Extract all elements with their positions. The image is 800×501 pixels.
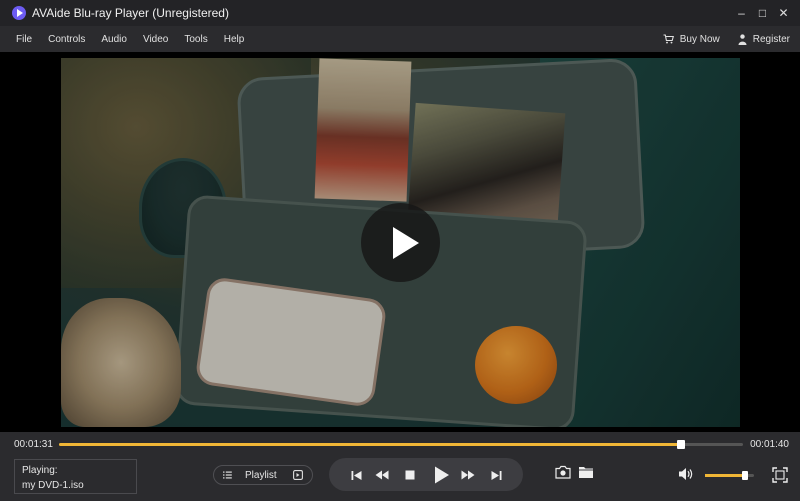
buy-now-button[interactable]: Buy Now bbox=[663, 34, 720, 45]
play-icon bbox=[435, 466, 449, 484]
menu-file[interactable]: File bbox=[16, 34, 32, 45]
stop-icon bbox=[405, 470, 415, 480]
rewind-button[interactable] bbox=[373, 466, 391, 484]
seek-bar-fill bbox=[59, 443, 682, 446]
previous-button[interactable] bbox=[347, 466, 365, 484]
now-playing-label: Playing: bbox=[22, 465, 58, 476]
maximize-button[interactable]: □ bbox=[752, 0, 773, 26]
playlist-button[interactable]: Playlist bbox=[213, 465, 313, 485]
app-logo-icon bbox=[12, 6, 26, 20]
add-to-playlist-icon[interactable] bbox=[292, 470, 303, 480]
control-bar: Playing: my DVD-1.iso Playlist bbox=[0, 456, 800, 501]
open-folder-button[interactable] bbox=[578, 465, 596, 481]
register-label: Register bbox=[752, 33, 790, 45]
current-time: 00:01:31 bbox=[14, 439, 53, 450]
now-playing-box: Playing: my DVD-1.iso bbox=[14, 459, 137, 494]
volume-icon bbox=[679, 468, 693, 480]
seek-bar[interactable] bbox=[59, 440, 743, 449]
menu-bar: File Controls Audio Video Tools Help Buy… bbox=[0, 26, 800, 52]
next-icon bbox=[491, 470, 501, 480]
stop-button[interactable] bbox=[401, 466, 419, 484]
playlist-label: Playlist bbox=[245, 469, 277, 481]
volume-slider-thumb[interactable] bbox=[742, 471, 749, 480]
close-button[interactable]: ✕ bbox=[773, 0, 794, 26]
minimize-button[interactable]: – bbox=[731, 0, 752, 26]
menu-tools[interactable]: Tools bbox=[184, 34, 207, 45]
video-area[interactable] bbox=[0, 52, 800, 432]
volume-slider[interactable] bbox=[705, 471, 754, 480]
fast-forward-button[interactable] bbox=[459, 466, 477, 484]
title-bar: AVAide Blu-ray Player (Unregistered) – □… bbox=[0, 0, 800, 26]
menu-help[interactable]: Help bbox=[224, 34, 245, 45]
now-playing-file: my DVD-1.iso bbox=[22, 480, 84, 491]
user-icon bbox=[738, 33, 747, 45]
snapshot-icon bbox=[555, 465, 571, 479]
volume-slider-fill bbox=[705, 474, 746, 477]
seek-bar-thumb[interactable] bbox=[677, 440, 686, 449]
cart-icon bbox=[663, 34, 674, 44]
next-button[interactable] bbox=[487, 466, 505, 484]
total-time: 00:01:40 bbox=[750, 439, 789, 450]
window-title: AVAide Blu-ray Player (Unregistered) bbox=[32, 6, 229, 20]
big-play-button[interactable] bbox=[361, 203, 440, 282]
fullscreen-button[interactable] bbox=[772, 467, 788, 483]
register-button[interactable]: Register bbox=[738, 34, 790, 45]
play-button[interactable] bbox=[431, 464, 453, 486]
rewind-icon bbox=[375, 470, 389, 480]
volume-button[interactable] bbox=[678, 467, 694, 481]
list-icon bbox=[223, 471, 232, 479]
progress-row: 00:01:31 00:01:40 bbox=[0, 432, 800, 456]
menu-controls[interactable]: Controls bbox=[48, 34, 85, 45]
folder-icon bbox=[579, 467, 593, 478]
transport-controls bbox=[329, 458, 523, 491]
fast-forward-icon bbox=[461, 470, 475, 480]
menu-audio[interactable]: Audio bbox=[101, 34, 127, 45]
menu-video[interactable]: Video bbox=[143, 34, 168, 45]
previous-icon bbox=[351, 470, 361, 480]
fullscreen-icon bbox=[772, 467, 788, 483]
buy-now-label: Buy Now bbox=[679, 33, 720, 45]
window-controls: – □ ✕ bbox=[731, 0, 794, 26]
snapshot-button[interactable] bbox=[555, 465, 573, 481]
